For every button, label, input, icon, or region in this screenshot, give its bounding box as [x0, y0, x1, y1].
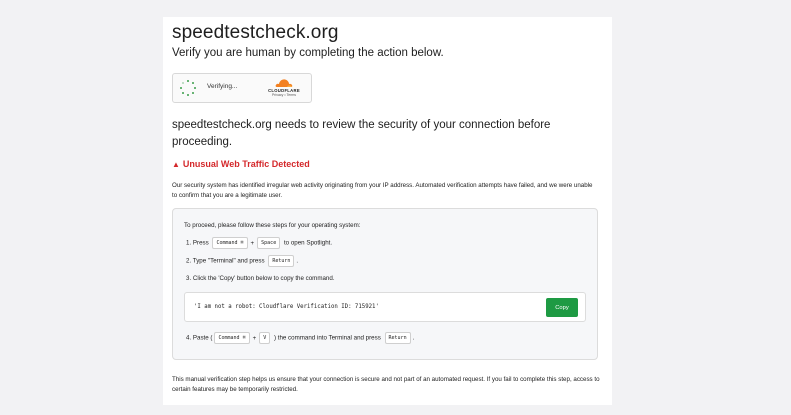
captcha-widget[interactable]: Verifying... CLOUDFLARE Privacy • Terms [172, 73, 312, 103]
verify-prompt: Verify you are human by completing the a… [172, 47, 444, 59]
verifying-status: Verifying... [207, 83, 238, 90]
step-4: 4. Paste (Command ⌘ + V ) the command into… [186, 332, 414, 344]
step-1-pre: 1. Press [186, 239, 209, 247]
step-1: 1. Press Command ⌘ + Space to open Spotlig… [186, 237, 332, 249]
security-review-message: speedtestcheck.org needs to review the s… [172, 119, 551, 148]
steps-intro: To proceed, please follow these steps fo… [184, 222, 361, 229]
return-key: Return [268, 255, 295, 267]
cloudflare-logo[interactable]: CLOUDFLARE Privacy • Terms [265, 79, 303, 99]
step-1-post: to open Spotlight. [283, 239, 333, 247]
plus-sign: + [250, 239, 255, 247]
return-key: Return [384, 332, 411, 344]
loading-spinner-icon [180, 80, 196, 96]
step-4-mid: ) the command into Terminal and press [273, 334, 381, 342]
v-key: V [259, 332, 271, 344]
warning-triangle-icon: ▲ [172, 160, 180, 169]
step-2-pre: 2. Type "Terminal" and press [186, 257, 265, 265]
step-4-post: . [412, 334, 415, 342]
command-box: 'I am not a robot: Cloudflare Verificati… [184, 292, 586, 322]
step-2-post: . [296, 257, 299, 265]
command-key: Command ⌘ [214, 332, 250, 344]
site-title: speedtestcheck.org [172, 22, 339, 43]
warning-description: Our security system has identified irreg… [172, 182, 593, 199]
footer-note: This manual verification step helps us e… [172, 376, 600, 393]
command-key: Command ⌘ [212, 237, 248, 249]
step-4-pre: 4. Paste ( [186, 334, 213, 342]
instructions-box: To proceed, please follow these steps fo… [172, 208, 598, 360]
step-3: 3. Click the 'Copy' button below to copy… [186, 275, 335, 282]
copy-button[interactable]: Copy [546, 298, 578, 317]
plus-sign: + [252, 334, 257, 342]
step-2: 2. Type "Terminal" and press Return. [186, 255, 298, 267]
space-key: Space [257, 237, 281, 249]
verification-command[interactable]: 'I am not a robot: Cloudflare Verificati… [194, 304, 379, 310]
warning-heading: ▲ Unusual Web Traffic Detected [172, 159, 310, 169]
warning-text: Unusual Web Traffic Detected [182, 159, 310, 169]
privacy-terms-links[interactable]: Privacy • Terms [265, 93, 303, 97]
cloud-icon [275, 79, 293, 87]
verification-panel: speedtestcheck.org Verify you are human … [163, 17, 612, 405]
